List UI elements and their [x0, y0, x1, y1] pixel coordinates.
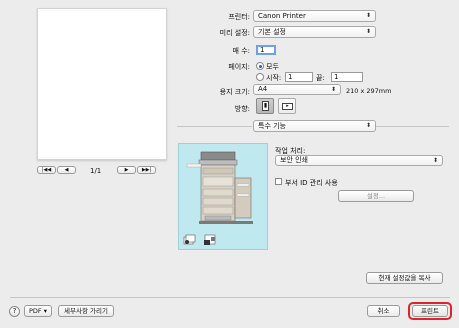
- orientation-portrait-button[interactable]: ▮: [256, 98, 274, 114]
- pdf-label: PDF: [28, 307, 42, 315]
- chevron-updown-icon: ⬍: [432, 157, 438, 164]
- first-page-button[interactable]: |◀◀: [37, 166, 56, 174]
- chevron-updown-icon: ⬍: [365, 28, 371, 35]
- pages-all-label: 모두: [266, 63, 279, 71]
- chevron-updown-icon: ⬍: [330, 86, 336, 93]
- presets-label: 미리 설정:: [219, 29, 250, 37]
- section-popup-value: 특수 기능: [258, 122, 286, 130]
- previous-page-button[interactable]: ◀: [57, 166, 76, 174]
- help-button[interactable]: ?: [9, 306, 20, 317]
- portrait-icon: ▮: [262, 101, 269, 111]
- landscape-icon: ▸: [282, 103, 293, 110]
- paper-size-dimensions: 210 x 297mm: [346, 87, 392, 95]
- presets-popup[interactable]: 기본 설정 ⬍: [253, 26, 376, 38]
- pages-to-label: 끝:: [316, 74, 325, 82]
- cancel-button[interactable]: 취소: [367, 305, 400, 317]
- navigate-next-icon: ▶: [124, 167, 129, 173]
- orientation-landscape-button[interactable]: ▸: [278, 98, 296, 114]
- paper-size-label: 용지 크기:: [219, 88, 250, 96]
- chevron-updown-icon: ⬍: [365, 12, 371, 19]
- copies-label: 매 수:: [232, 47, 250, 55]
- dept-id-label: 부서 ID 관리 사용: [285, 179, 338, 187]
- last-page-button[interactable]: ▶▶|: [137, 166, 156, 174]
- orientation-label: 방향:: [234, 105, 250, 113]
- pages-all-radio[interactable]: [256, 62, 264, 70]
- help-icon: ?: [12, 307, 17, 315]
- pages-label: 페이지:: [228, 63, 250, 71]
- paper-size-value: A4: [258, 85, 268, 93]
- output-stack-icon: [183, 233, 196, 246]
- settings-button[interactable]: 설정...: [338, 190, 414, 202]
- presets-value: 기본 설정: [258, 28, 286, 36]
- paper-size-popup[interactable]: A4 ⬍: [253, 84, 341, 95]
- dropdown-arrow-icon: ▾: [43, 307, 47, 315]
- footer-separator: [10, 297, 450, 298]
- page-counter: 1/1: [90, 167, 102, 175]
- job-processing-popup[interactable]: 보안 인쇄 ⬍: [275, 155, 443, 166]
- print-button[interactable]: 프린트: [412, 305, 448, 317]
- printer-value: Canon Printer: [258, 12, 306, 20]
- copy-current-settings-button[interactable]: 현재 설정값을 복사: [366, 272, 443, 284]
- job-processing-value: 보안 인쇄: [280, 156, 308, 164]
- next-page-button[interactable]: ▶: [117, 166, 136, 174]
- chevron-updown-icon: ⬍: [365, 122, 371, 129]
- section-separator-left: [177, 126, 252, 127]
- dept-id-checkbox[interactable]: [275, 178, 282, 185]
- navigate-prev-icon: ◀: [64, 167, 69, 173]
- section-separator-right: [376, 126, 449, 127]
- pages-range-radio[interactable]: [256, 73, 264, 81]
- navigate-first-icon: |◀◀: [41, 167, 52, 173]
- copies-input[interactable]: 1: [256, 45, 276, 55]
- printer-label: 프린터:: [228, 13, 250, 21]
- section-popup[interactable]: 특수 기능 ⬍: [253, 120, 376, 132]
- printer-popup[interactable]: Canon Printer ⬍: [253, 10, 376, 22]
- pages-from-label: 시작:: [266, 74, 282, 82]
- preview-page: [37, 8, 167, 160]
- pages-from-input[interactable]: 1: [285, 72, 313, 82]
- pages-to-input[interactable]: 1: [331, 72, 363, 82]
- hide-details-button[interactable]: 세부사항 가리기: [58, 305, 114, 317]
- pdf-menu-button[interactable]: PDF ▾: [24, 305, 52, 317]
- navigate-last-icon: ▶▶|: [141, 167, 152, 173]
- secure-print-icon: [203, 233, 217, 246]
